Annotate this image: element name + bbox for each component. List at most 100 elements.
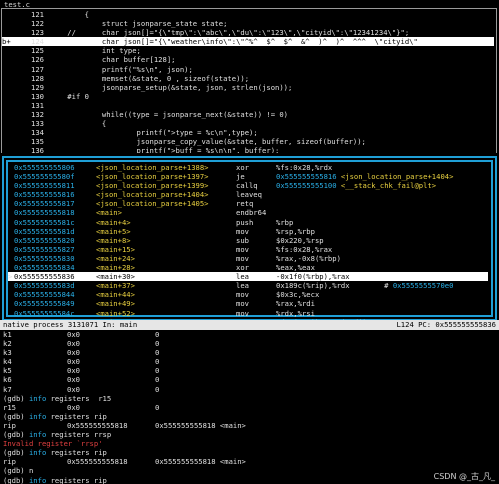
register-hex: 0x0 <box>67 366 80 376</box>
asm-line[interactable]: 0x555555555844 <main+44> mov $0x3c,%ecx <box>8 290 488 299</box>
asm-address: 0x555555555834 <box>14 263 75 273</box>
asm-line[interactable]: 0x555555555820 <main+8> sub $0x220,%rsp <box>8 236 488 245</box>
register-hex: 0x0 <box>67 375 80 385</box>
asm-line[interactable]: 0x555555555834 <main+28> xor %eax,%eax <box>8 263 488 272</box>
asm-opcode: endbr64 <box>236 208 267 218</box>
source-line[interactable]: 126 char buffer[128]; <box>2 55 494 64</box>
register-name: k7 <box>3 384 12 394</box>
asm-line[interactable]: 0x55555555581c <main+4> push %rbp <box>8 218 488 227</box>
source-code: while((type = jsonparse_next(&state)) !=… <box>50 110 288 120</box>
source-code: char buffer[128]; <box>50 55 176 65</box>
asm-line[interactable]: 0x555555555849 <main+49> mov %rax,%rdi <box>8 299 488 308</box>
asm-symbol: <main+44> <box>96 290 135 300</box>
console-text: (gdb) info registers rip <box>3 448 107 458</box>
register-name: k2 <box>3 339 12 349</box>
status-process: native process 3131071 In: main <box>3 320 138 329</box>
source-line[interactable]: 130 #if 0 <box>2 92 494 101</box>
asm-address: 0x555555555811 <box>14 181 75 191</box>
asm-address: 0x555555555816 <box>14 190 75 200</box>
asm-line-current[interactable]: >0x555555555836 <main+30> lea -0x1f0(%rbp),… <box>8 272 488 282</box>
disassembly-lines: 0x555555555806 <json_location_parse+1388>… <box>8 163 488 321</box>
source-line[interactable]: 136 printf(">buff = %s\n\n", buffer); <box>2 146 494 153</box>
asm-line[interactable]: 0x555555555811 <json_location_parse+1399>… <box>8 181 488 190</box>
asm-line[interactable]: 0x555555555827 <main+15> mov %fs:0x28,%rax <box>8 245 488 254</box>
line-number: 136 <box>31 146 44 153</box>
source-code: char json[]="{\"weather\info\":\"^%^ $^ … <box>50 37 418 47</box>
asm-line[interactable]: 0x555555555817 <json_location_parse+1405>… <box>8 199 488 208</box>
asm-symbol: <main+15> <box>96 244 135 254</box>
asm-line[interactable]: 0x555555555818 <main> endbr64 <box>8 208 488 217</box>
line-number: 129 <box>31 82 44 92</box>
register-value: 0x555555555818 <main> <box>155 420 246 430</box>
asm-address: 0x555555555827 <box>14 244 75 254</box>
disassembly-pane[interactable]: 0x555555555806 <json_location_parse+1388>… <box>0 153 499 321</box>
console-lines: k1 0x0 0 k2 0x0 0 k3 0x0 0 k4 0x0 0 k5 0x0 0 k6 0x0 0 k7 0x… <box>3 330 497 484</box>
asm-opcode: sub <box>236 235 249 245</box>
asm-opcode: leaveq <box>236 190 262 200</box>
source-line[interactable]: 131 <box>2 101 494 110</box>
asm-operands: %rax,-0x8(%rbp) <box>276 253 341 263</box>
gdb-console[interactable]: k1 0x0 0 k2 0x0 0 k3 0x0 0 k4 0x0 0 k5 0x0 0 k6 0x0 0 k7 0x… <box>0 330 499 484</box>
source-line[interactable]: 128 memset(&state, 0 , sizeof(state)); <box>2 74 494 83</box>
asm-opcode: xor <box>236 263 249 273</box>
asm-line[interactable]: 0x55555555584c <main+52> mov %rdx,%rsi <box>8 309 488 318</box>
console-line: k2 0x0 0 <box>3 339 497 348</box>
asm-operands: -0x1f0(%rbp),%rax <box>276 272 350 282</box>
asm-opcode: mov <box>236 244 249 254</box>
asm-opcode: mov <box>236 226 249 236</box>
source-code: printf(">buff = %s\n\n", buffer); <box>50 146 280 153</box>
asm-opcode: retq <box>236 199 254 209</box>
register-hex: 0x0 <box>67 357 80 367</box>
asm-line[interactable]: 0x555555555806 <json_location_parse+1388>… <box>8 163 488 172</box>
source-code: jsonparse_setup(&state, json, strlen(jso… <box>50 82 293 92</box>
asm-operands: 0x189c(%rip),%rdx # 0x5555555570e0 <box>276 281 454 291</box>
source-line[interactable]: 121 { <box>2 10 494 19</box>
status-bar: native process 3131071 In: main L124 PC:… <box>0 320 499 330</box>
source-line[interactable]: 135 jsonparse_copy_value(&state, buffer,… <box>2 137 494 146</box>
source-code: #if 0 <box>50 91 89 101</box>
console-text: (gdb) info registers rip <box>3 411 107 421</box>
register-value: 0x555555555818 <main> <box>155 457 246 467</box>
source-line[interactable]: 123 // char json[]="{\"tmp\":\"abc\",\"d… <box>2 28 494 37</box>
asm-line[interactable]: 0x55555555583d <main+37> lea 0x189c(%rip),%… <box>8 281 488 290</box>
console-line: k1 0x0 0 <box>3 330 497 339</box>
source-code: { <box>50 10 89 19</box>
asm-symbol: <main+52> <box>96 308 135 318</box>
asm-line[interactable]: 0x55555555580f <json_location_parse+1397>… <box>8 172 488 181</box>
register-value: 0 <box>155 375 160 385</box>
source-line[interactable]: 132 while((type = jsonparse_next(&state)… <box>2 110 494 119</box>
source-line[interactable]: 122 struct jsonparse_state state; <box>2 19 494 28</box>
source-code: { <box>50 119 107 129</box>
source-line[interactable]: 127 printf("%s\n", json); <box>2 65 494 74</box>
source-pane[interactable]: test.c 121 {122 struct jsonparse_state s… <box>0 0 499 153</box>
watermark: CSDN @_古_凡_ <box>433 471 495 481</box>
console-line: k7 0x0 0 <box>3 385 497 394</box>
console-line: (gdb) info registers rip <box>3 412 497 421</box>
source-line[interactable]: 134 printf(">type = %c\n",type); <box>2 128 494 137</box>
line-number: 133 <box>31 119 44 129</box>
register-name: rip <box>3 420 16 430</box>
jump-target-address: 0x555555555100 <box>276 181 337 191</box>
asm-line[interactable]: 0x55555555581d <main+5> mov %rsp,%rbp <box>8 227 488 236</box>
register-name: rip <box>3 457 16 467</box>
source-line[interactable]: 133 { <box>2 119 494 128</box>
asm-operands: %fs:0x28,%rdx <box>276 163 333 172</box>
line-number: 123 <box>31 28 44 38</box>
asm-symbol: <json_location_parse+1399> <box>96 181 209 191</box>
register-hex: 0x0 <box>67 339 80 349</box>
register-value: 0 <box>155 384 160 394</box>
source-line[interactable]: 125 int type; <box>2 46 494 55</box>
asm-opcode: xor <box>236 163 249 172</box>
asm-address: 0x55555555584c <box>14 308 75 318</box>
asm-symbol: <main+4> <box>96 217 131 227</box>
register-name: k3 <box>3 348 12 358</box>
line-number: 126 <box>31 55 44 65</box>
line-number: 124 <box>31 37 44 47</box>
asm-address: 0x555555555830 <box>14 253 75 263</box>
asm-line[interactable]: 0x555555555816 <json_location_parse+1404>… <box>8 190 488 199</box>
source-line-current[interactable]: b+ 124 char json[]="{\"weather\info\":\"^… <box>2 37 494 47</box>
source-line[interactable]: 129 jsonparse_setup(&state, json, strlen… <box>2 83 494 92</box>
console-line: (gdb) info registers rip <box>3 448 497 457</box>
asm-line[interactable]: 0x555555555830 <main+24> mov %rax,-0x8(%rbp… <box>8 254 488 263</box>
line-number: 131 <box>31 100 44 110</box>
